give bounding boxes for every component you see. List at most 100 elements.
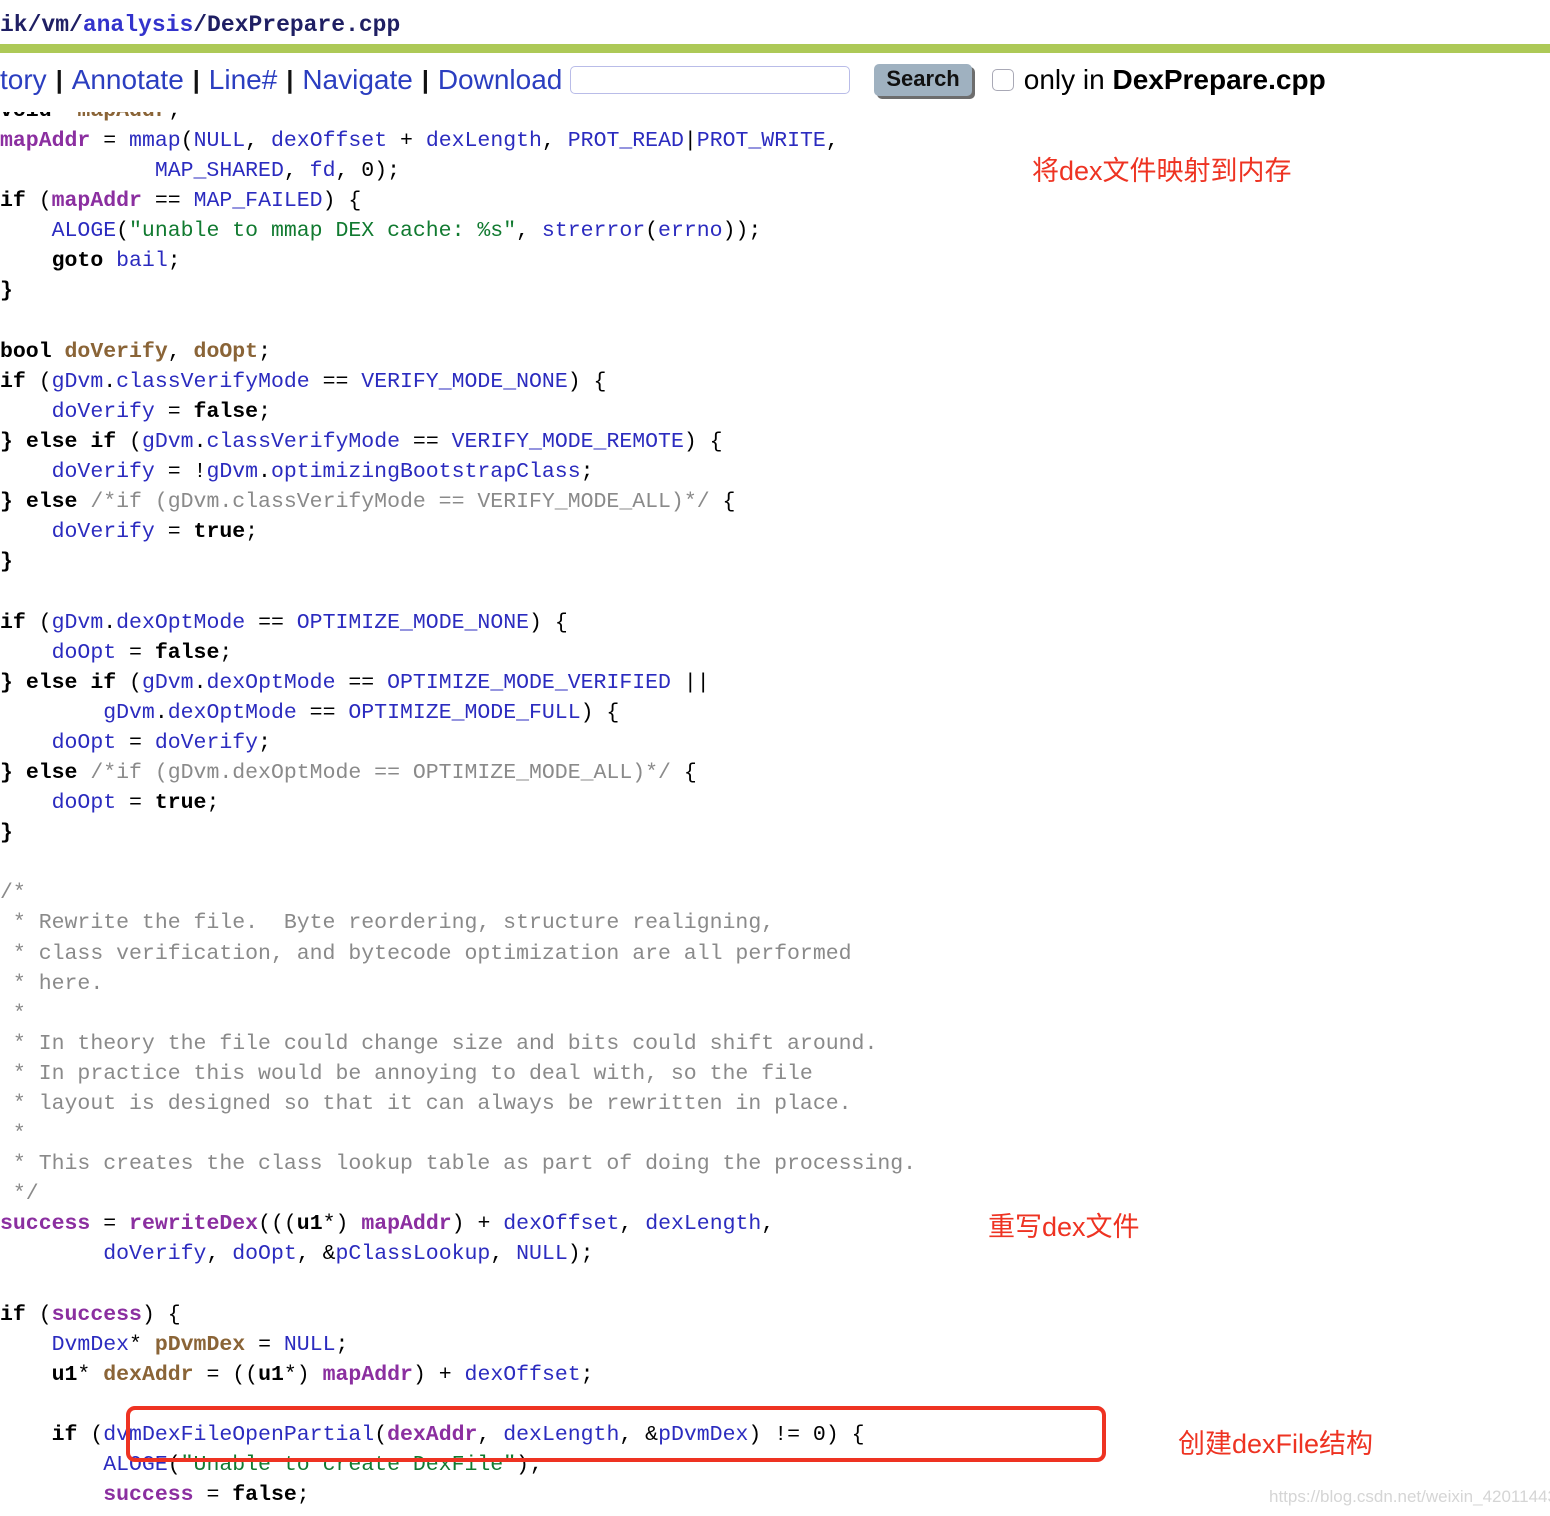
code-token: ) {	[141, 1302, 181, 1327]
code-token: if	[0, 369, 26, 394]
code-token: ) {	[322, 189, 362, 214]
code-token: (	[180, 129, 194, 153]
code-token: if	[90, 429, 117, 454]
code-token: ==	[309, 369, 362, 394]
code-token: doOpt	[193, 339, 259, 364]
code-line: doVerify = true;	[0, 517, 1550, 547]
code-token: void	[0, 112, 52, 123]
code-line: mapAddr = mmap(NULL, dexOffset + dexLeng…	[0, 126, 1550, 156]
code-token: dexOptMode	[116, 610, 246, 635]
nav-item-linenumber[interactable]: Line#	[209, 66, 278, 94]
breadcrumb-link-analysis[interactable]: analysis	[83, 12, 193, 38]
nav-separator: |	[55, 65, 63, 94]
nav-item-download[interactable]: Download	[438, 66, 563, 94]
code-token: ALOGE	[51, 219, 117, 244]
code-token: ,	[825, 129, 839, 153]
code-line: }	[0, 547, 1550, 577]
code-line: * Rewrite the file. Byte reordering, str…	[0, 908, 1550, 938]
nav-item-annotate[interactable]: Annotate	[72, 66, 184, 94]
code-token: ,	[283, 159, 310, 184]
code-token: mapAddr	[361, 1212, 452, 1237]
code-token: ,	[541, 129, 568, 153]
code-token: dvmDexFileOpenPartial	[103, 1423, 375, 1448]
code-token: * This creates the class lookup table as…	[0, 1152, 917, 1177]
only-in-filename-text: DexPrepare.cpp	[1112, 64, 1326, 95]
code-token: gDvm	[141, 670, 194, 695]
code-token: (	[116, 219, 130, 244]
code-token: ;	[258, 399, 271, 424]
code-token: =	[90, 129, 130, 153]
code-token: *)	[322, 1212, 362, 1237]
breadcrumb-filepath: ik/vm/analysis/DexPrepare.cpp	[0, 0, 1550, 44]
code-token: dexAddr	[103, 1362, 194, 1387]
code-line: if (gDvm.dexOptMode == OPTIMIZE_MODE_NON…	[0, 608, 1550, 638]
watermark-url: https://blog.csdn.net/weixin_42011443	[1269, 1487, 1550, 1506]
code-token: optimizingBootstrapClass	[270, 460, 581, 485]
breadcrumb-prefix: ik/vm/	[0, 12, 83, 38]
code-token: *)	[283, 1362, 323, 1387]
code-token: doVerify	[51, 520, 155, 545]
code-token: (	[25, 1302, 52, 1327]
code-token: (	[116, 429, 142, 454]
code-token: ) {	[529, 610, 568, 635]
source-code-view[interactable]: void* mapAddr;mapAddr = mmap(NULL, dexOf…	[0, 112, 1550, 1510]
search-button[interactable]: Search	[874, 64, 972, 96]
code-token: =	[245, 1332, 284, 1357]
nav-item-history[interactable]: tory	[0, 66, 47, 94]
code-token: ||	[670, 670, 710, 695]
code-token: doOpt	[232, 1242, 297, 1267]
nav-item-navigate[interactable]: Navigate	[302, 66, 413, 94]
code-token: MAP_SHARED	[154, 159, 284, 184]
code-token: (	[374, 1423, 388, 1448]
code-token: ALOGE	[103, 1453, 168, 1478]
nav-toolbar: tory | Annotate | Line# | Navigate | Dow…	[0, 53, 1550, 103]
code-token: }	[0, 760, 26, 785]
code-token: ));	[722, 219, 762, 244]
search-input[interactable]	[570, 66, 851, 94]
code-token: (	[116, 670, 142, 695]
code-token: VERIFY_MODE_NONE	[361, 369, 568, 394]
code-token: =	[116, 791, 155, 816]
code-token: dexLength	[503, 1423, 620, 1448]
code-token: }	[0, 670, 26, 695]
code-token: ;	[296, 1483, 310, 1508]
code-token: mmap	[129, 129, 181, 153]
code-line: } else /*if (gDvm.dexOptMode == OPTIMIZE…	[0, 758, 1550, 788]
code-token: pClassLookup	[335, 1242, 491, 1267]
code-token: {	[709, 490, 736, 515]
only-in-file-checkbox[interactable]	[991, 69, 1014, 91]
code-token: /*	[0, 881, 26, 906]
code-token: }	[0, 429, 26, 454]
code-token: NULL	[516, 1242, 568, 1267]
code-token: = ((	[193, 1362, 259, 1387]
code-token: ==	[400, 429, 452, 454]
code-token: strerror	[541, 219, 646, 244]
code-token: doOpt	[51, 730, 117, 755]
code-token: ) {	[580, 700, 620, 725]
code-token: , &	[619, 1423, 659, 1448]
code-token: +	[387, 129, 426, 153]
code-token: mapAddr	[322, 1362, 413, 1387]
code-token: =	[154, 399, 194, 424]
code-token: if	[0, 189, 26, 214]
code-token: doVerify	[64, 339, 168, 364]
code-token: success	[51, 1302, 142, 1327]
code-token: * In theory the file could change size a…	[0, 1031, 878, 1056]
code-token: else	[25, 429, 78, 454]
code-token: =	[116, 640, 155, 665]
code-token: (	[645, 219, 659, 244]
code-line: } else if (gDvm.dexOptMode == OPTIMIZE_M…	[0, 668, 1550, 698]
code-token: if	[51, 1423, 78, 1448]
code-token: * In practice this would be annoying to …	[0, 1061, 813, 1086]
code-token: VERIFY_MODE_REMOTE	[451, 429, 684, 454]
code-token: DvmDex	[51, 1332, 130, 1357]
